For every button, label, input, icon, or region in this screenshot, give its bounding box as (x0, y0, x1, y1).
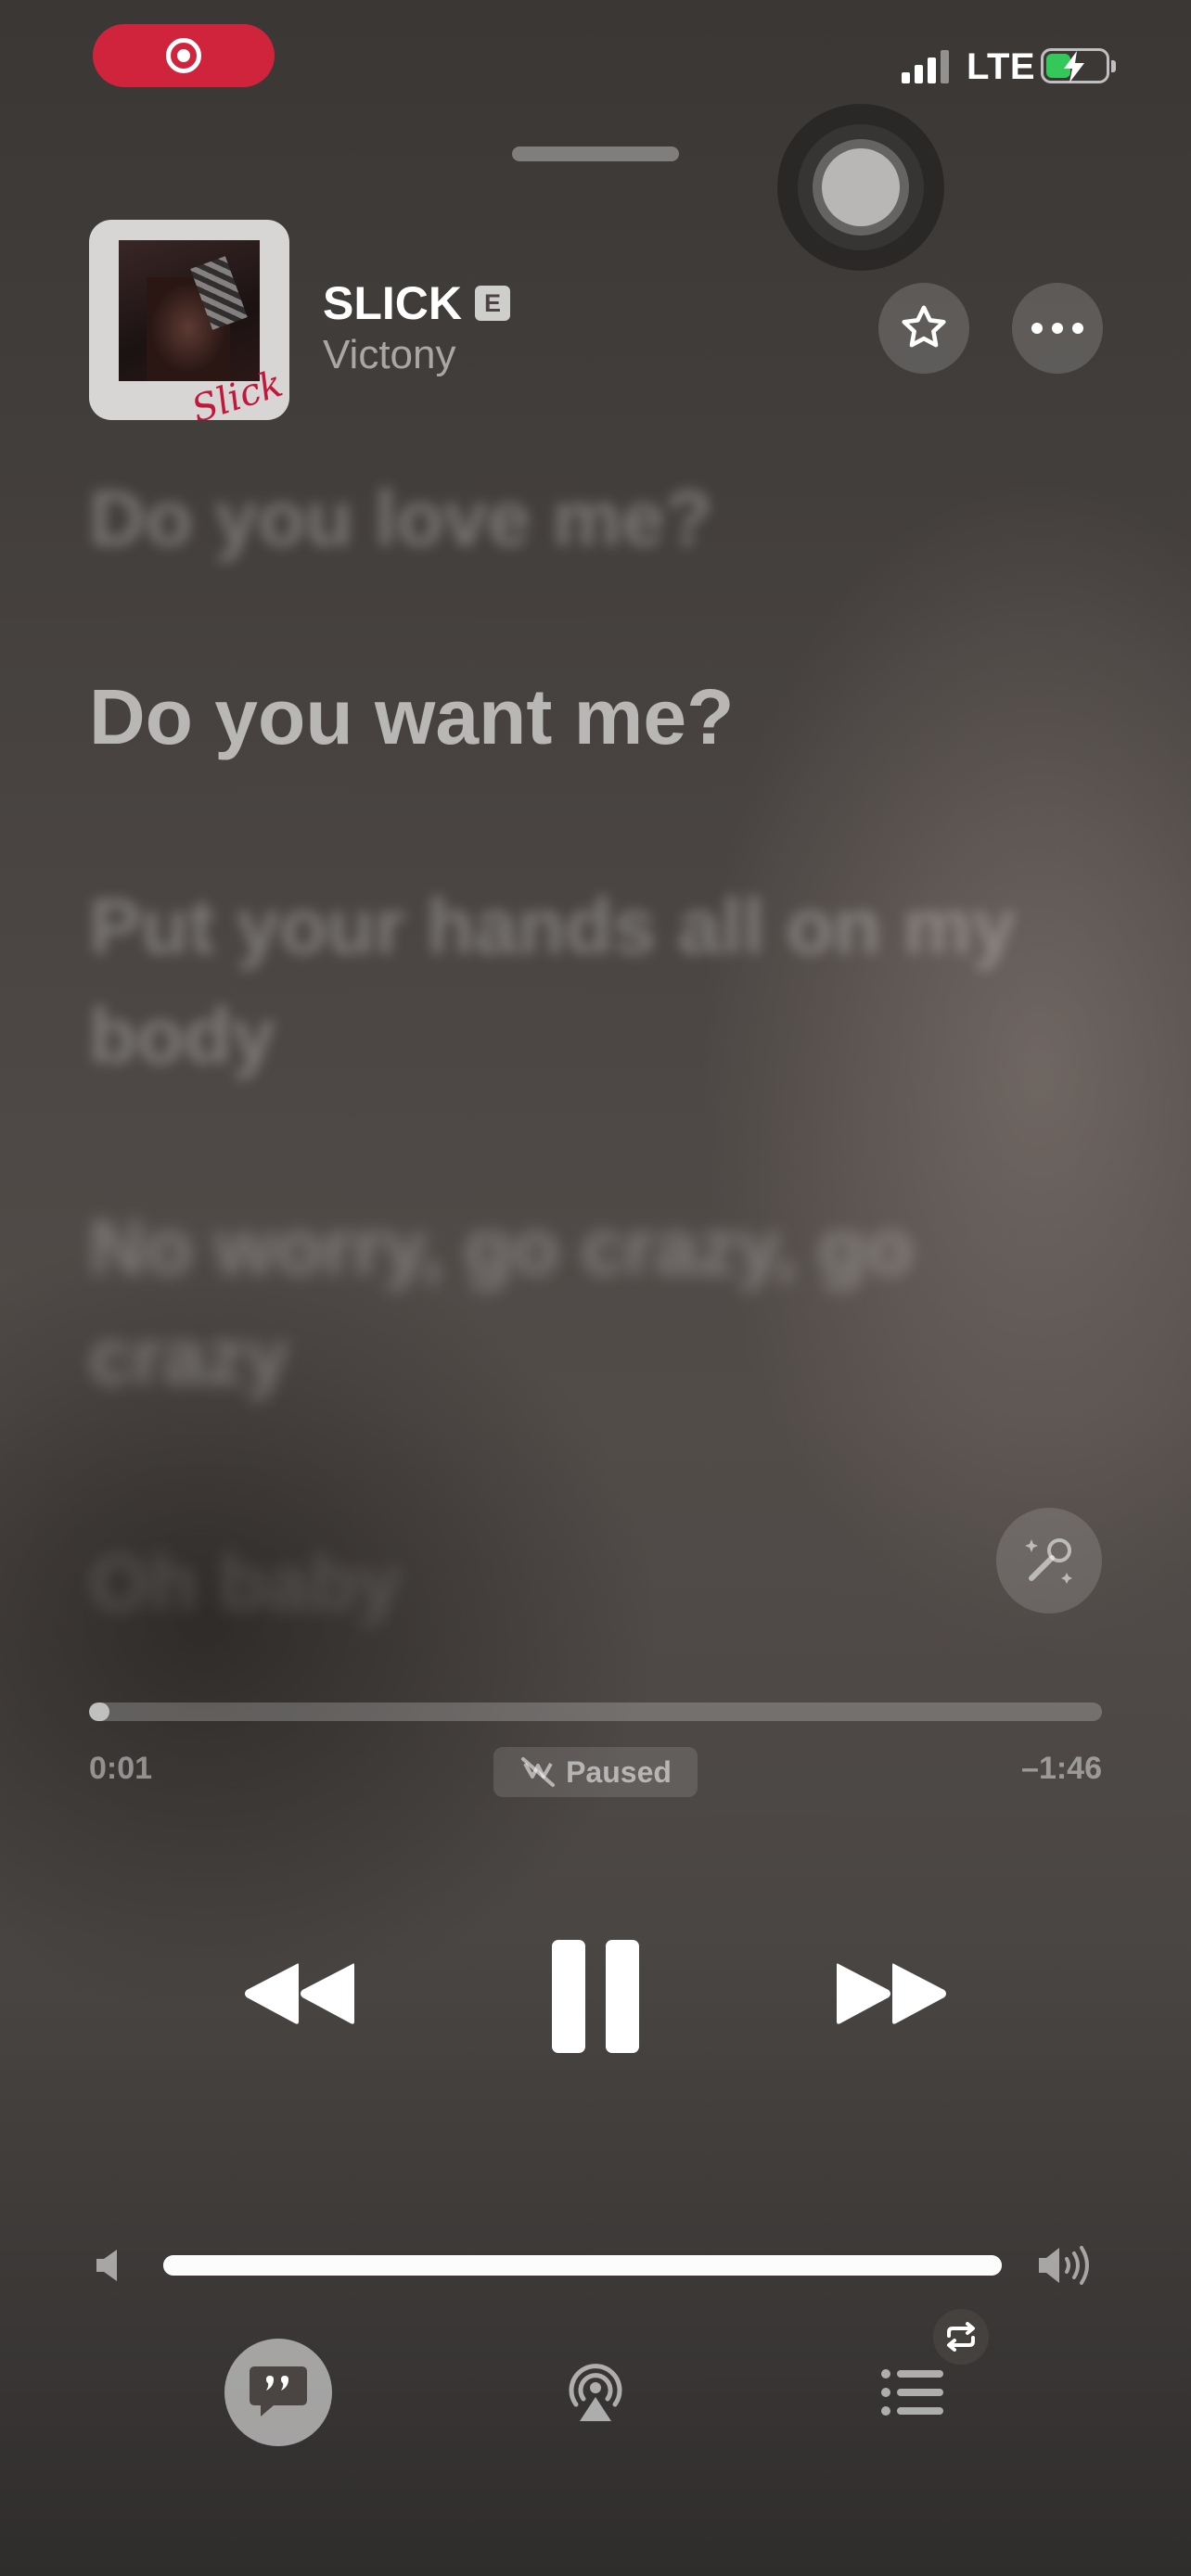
playback-progress-fill (89, 1702, 109, 1721)
elapsed-time: 0:01 (89, 1751, 153, 1786)
pause-icon (552, 1940, 639, 2053)
assistive-touch-button[interactable] (777, 104, 944, 271)
network-type: LTE (967, 46, 1036, 87)
volume-level-fill (163, 2255, 1002, 2276)
more-button[interactable] (1012, 283, 1103, 374)
backward-icon (245, 1963, 354, 2024)
star-icon (902, 305, 946, 348)
sing-button[interactable] (996, 1508, 1102, 1613)
volume-low-icon (96, 2250, 117, 2281)
record-icon (166, 38, 201, 73)
lyric-line-next[interactable]: Put your hands all on my body (89, 872, 1063, 1090)
list-icon (881, 2369, 943, 2416)
artist-name[interactable]: Victony (323, 332, 456, 378)
explicit-badge: E (475, 286, 510, 321)
airplay-icon (569, 2364, 622, 2421)
lyrics-button[interactable] (224, 2339, 332, 2446)
volume-slider[interactable] (163, 2255, 1002, 2276)
lyric-line-current[interactable]: Do you want me? (89, 662, 1063, 772)
track-title: SLICK (323, 277, 462, 329)
album-artwork: Slick (89, 220, 289, 420)
playback-scrubber[interactable] (89, 1702, 1102, 1721)
microphone-sparkles-icon (1025, 1538, 1072, 1584)
rewind-button[interactable] (239, 1938, 358, 2049)
quote-bubble-icon (250, 2366, 307, 2417)
forward-icon (837, 1963, 946, 2024)
lyric-line-next[interactable]: Oh baby (89, 1528, 1063, 1638)
favorite-button[interactable] (878, 283, 969, 374)
ellipsis-icon (1031, 323, 1083, 334)
paused-label: Paused (566, 1754, 672, 1789)
forward-button[interactable] (833, 1938, 952, 2049)
signal-strength-icon (902, 50, 949, 83)
lyric-line-next[interactable]: No worry, go crazy, go crazy (89, 1192, 1017, 1411)
airplay-button[interactable] (542, 2339, 649, 2446)
lyric-line-previous[interactable]: Do you love me? (89, 464, 1063, 573)
screen-recording-indicator[interactable] (93, 24, 275, 87)
volume-high-icon (1039, 2246, 1089, 2285)
remaining-time: –1:46 (1021, 1751, 1102, 1786)
pause-button[interactable] (540, 1938, 651, 2055)
sheet-grabber[interactable] (512, 147, 679, 161)
battery-icon (1041, 48, 1116, 83)
repeat-indicator[interactable] (933, 2309, 989, 2365)
track-title-row: SLICK E (323, 276, 510, 330)
paused-icon (521, 1757, 556, 1787)
repeat-icon (947, 2322, 975, 2352)
paused-badge: Paused (493, 1747, 698, 1797)
